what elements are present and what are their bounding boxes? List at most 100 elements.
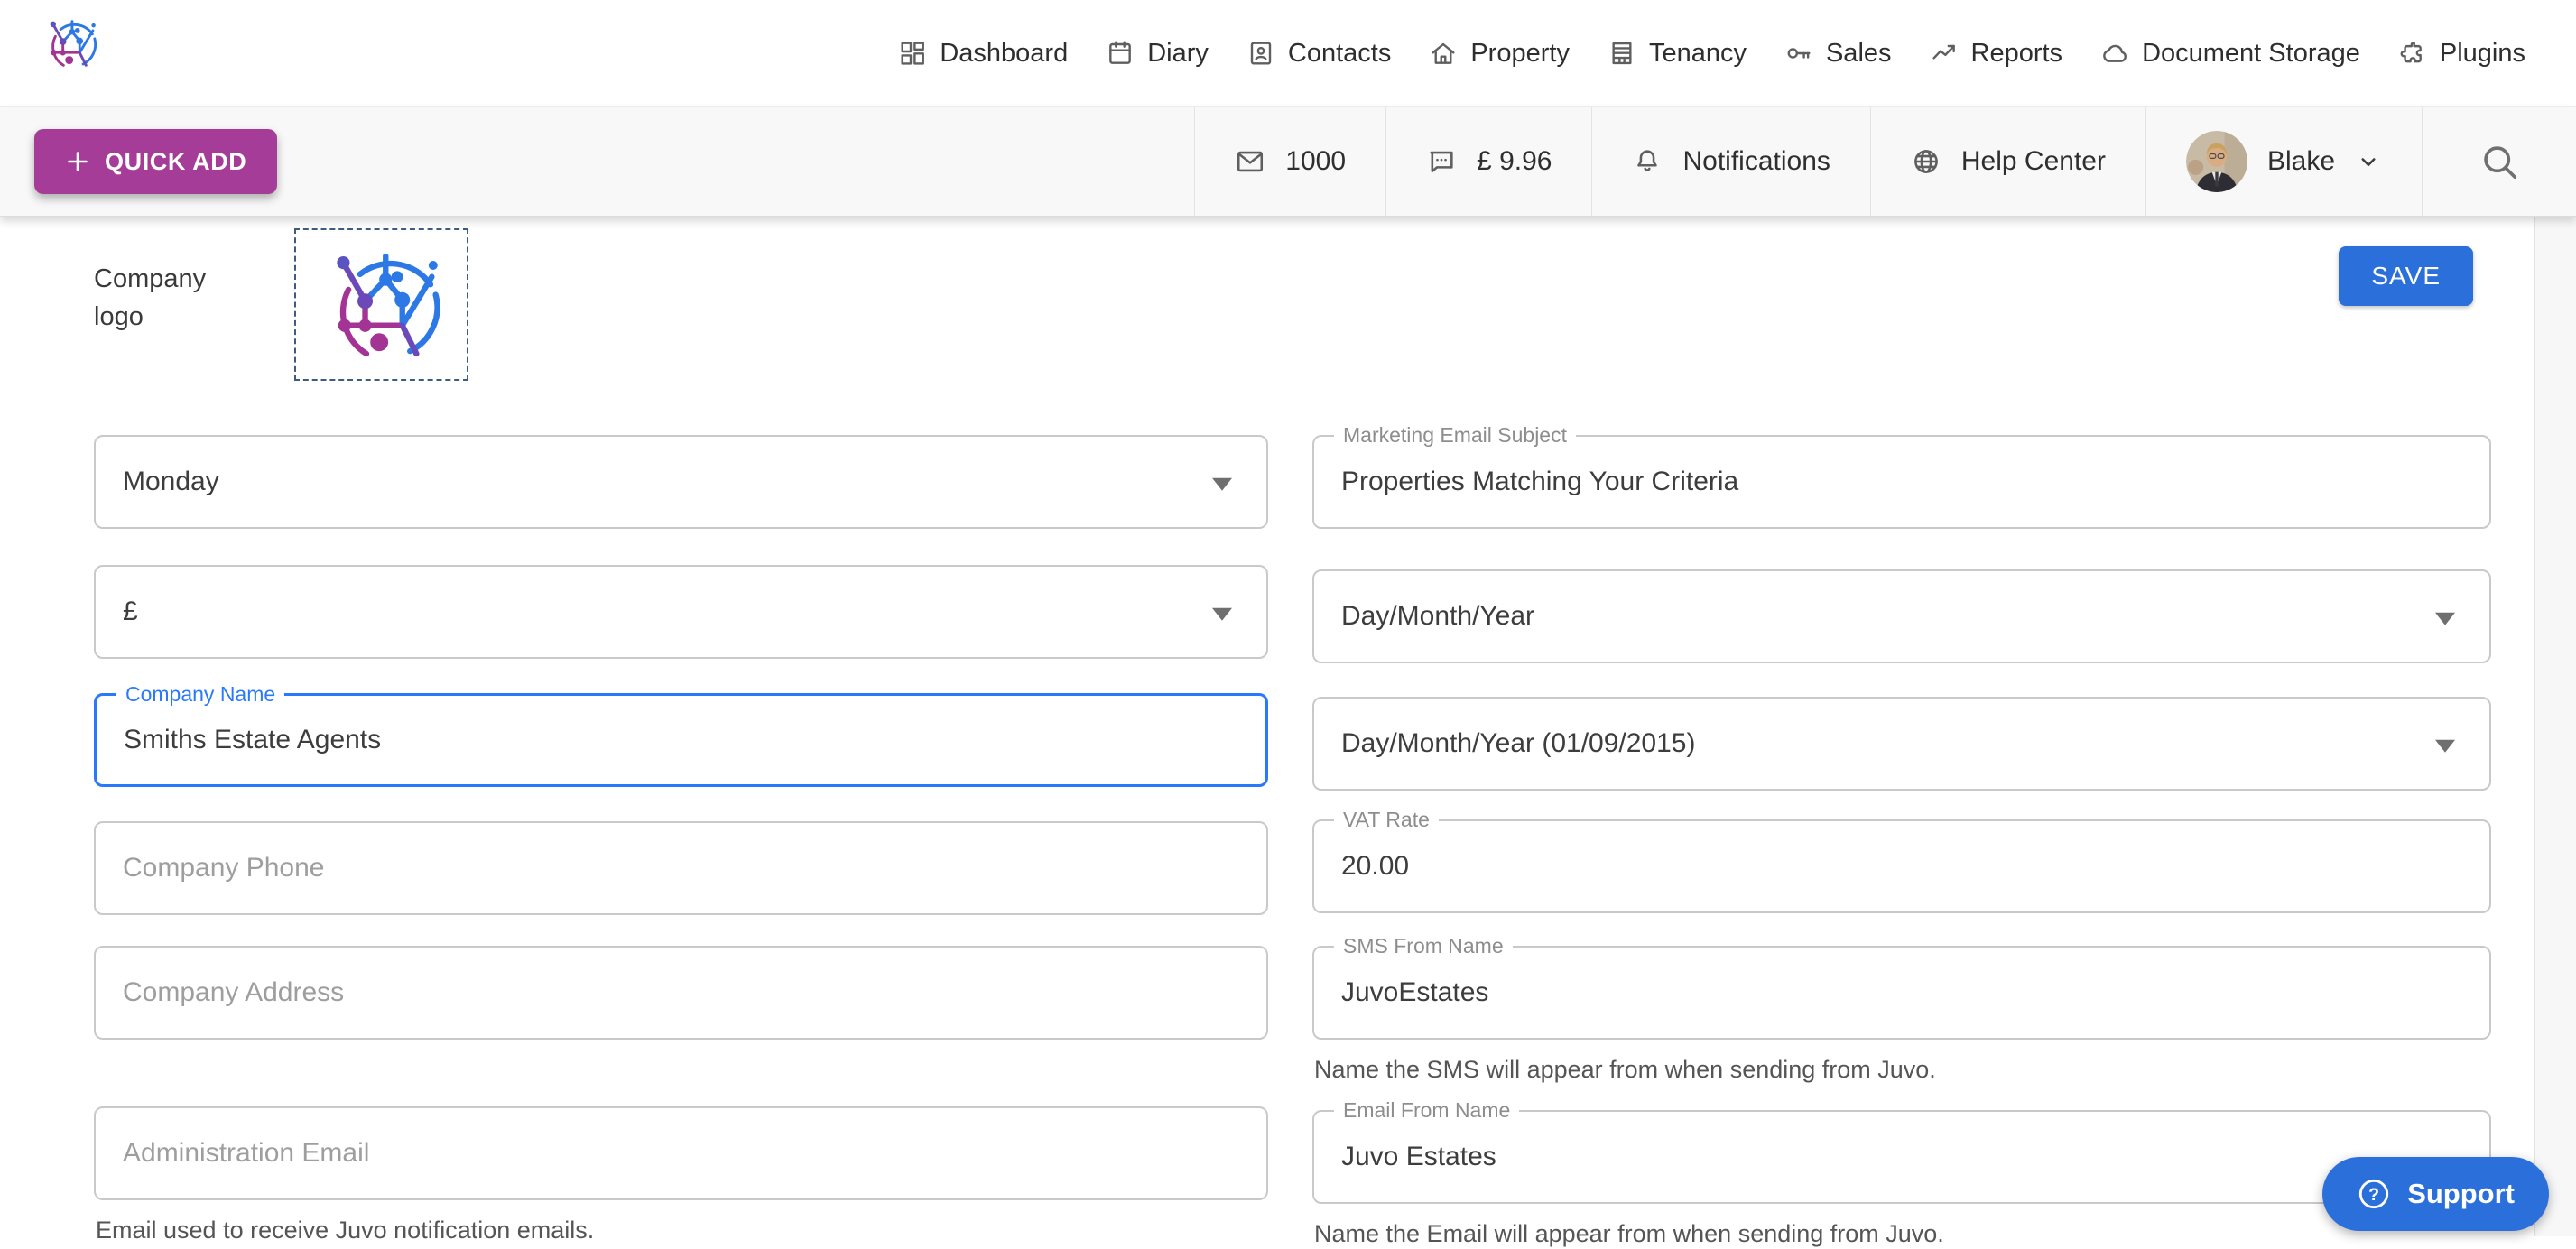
key-icon [1784, 39, 1813, 68]
building-icon [1608, 39, 1636, 68]
secondary-toolbar: QUICK ADD 1000 £ 9.96 Notifications Help… [0, 106, 2576, 217]
chevron-down-icon [2355, 148, 2382, 175]
cloud-icon [2100, 39, 2129, 68]
sms-balance[interactable]: £ 9.96 [1385, 107, 1591, 216]
company-settings-page: Company logo SAVE Monday £ Company Name … [0, 217, 2576, 1236]
nav-item-reports[interactable]: Reports [1930, 39, 2063, 69]
top-navigation-bar: Dashboard Diary Contacts Property Tenanc… [0, 0, 2576, 106]
help-center-button[interactable]: Help Center [1870, 107, 2145, 216]
toolbar-right-cluster: 1000 £ 9.96 Notifications Help Center Bl… [1194, 107, 2576, 216]
nav-item-dashboard[interactable]: Dashboard [898, 39, 1068, 69]
save-button[interactable]: SAVE [2339, 246, 2473, 306]
date-format-value: Day/Month/Year [1341, 601, 1534, 632]
house-icon [1429, 39, 1458, 68]
globe-icon [1911, 146, 1941, 177]
date-format-select[interactable]: Day/Month/Year [1312, 569, 2491, 663]
email-from-name-input[interactable] [1341, 1142, 2462, 1172]
week-start-select[interactable]: Monday [94, 435, 1268, 529]
company-address-input[interactable] [123, 977, 1239, 1008]
user-menu[interactable]: Blake [2145, 107, 2422, 216]
marketing-email-subject-label: Marketing Email Subject [1334, 423, 1576, 448]
calendar-icon [1106, 39, 1135, 68]
support-label: Support [2407, 1178, 2515, 1210]
support-button[interactable]: ? Support [2322, 1157, 2549, 1231]
bell-icon [1632, 146, 1663, 177]
sms-from-name-helper: Name the SMS will appear from when sendi… [1314, 1054, 2491, 1085]
juvo-brand-logo-icon[interactable] [42, 13, 99, 79]
nav-item-tenancy[interactable]: Tenancy [1608, 39, 1747, 69]
question-circle-icon: ? [2357, 1177, 2391, 1211]
quick-add-button[interactable]: QUICK ADD [34, 129, 277, 194]
nav-label: Tenancy [1649, 39, 1747, 69]
administration-email-input[interactable] [123, 1138, 1239, 1169]
nav-item-document-storage[interactable]: Document Storage [2100, 39, 2360, 69]
svg-text:?: ? [2368, 1185, 2379, 1205]
contacts-card-icon [1246, 39, 1275, 68]
week-start-value: Monday [123, 467, 219, 497]
marketing-email-subject-input[interactable] [1341, 467, 2462, 497]
vat-rate-label: VAT Rate [1334, 808, 1439, 832]
company-name-input[interactable] [124, 725, 1238, 755]
nav-item-diary[interactable]: Diary [1106, 39, 1209, 69]
scrollbar[interactable] [2534, 217, 2576, 1236]
envelope-icon [1235, 146, 1265, 177]
nav-item-property[interactable]: Property [1429, 39, 1570, 69]
company-name-field[interactable]: Company Name [94, 693, 1268, 787]
puzzle-icon [2398, 39, 2427, 68]
form-column-left: Monday £ Company Name Email used to rece… [94, 435, 1268, 1245]
nav-item-plugins[interactable]: Plugins [2398, 39, 2525, 69]
currency-select[interactable]: £ [94, 565, 1268, 659]
company-name-label: Company Name [116, 682, 284, 707]
marketing-email-subject-field[interactable]: Marketing Email Subject [1312, 435, 2491, 529]
sms-balance-value: £ 9.96 [1477, 146, 1552, 177]
chat-bubble-icon [1426, 146, 1457, 177]
nav-label: Document Storage [2142, 39, 2360, 69]
company-logo-image [313, 241, 450, 369]
nav-item-sales[interactable]: Sales [1784, 39, 1892, 69]
form-column-right: Marketing Email Subject Day/Month/Year D… [1312, 435, 2491, 1249]
email-from-name-label: Email From Name [1334, 1098, 1519, 1123]
email-balance[interactable]: 1000 [1194, 107, 1385, 216]
email-from-name-helper: Name the Email will appear from when sen… [1314, 1218, 2491, 1249]
notifications-button[interactable]: Notifications [1591, 107, 1869, 216]
company-logo-upload[interactable] [294, 228, 468, 381]
company-phone-field[interactable] [94, 821, 1268, 915]
nav-label: Sales [1826, 39, 1892, 69]
nav-label: Reports [1971, 39, 2063, 69]
date-display-format-value: Day/Month/Year (01/09/2015) [1341, 728, 1695, 759]
administration-email-field[interactable] [94, 1106, 1268, 1200]
email-balance-value: 1000 [1285, 146, 1346, 177]
dashboard-grid-icon [898, 39, 927, 68]
nav-item-contacts[interactable]: Contacts [1246, 39, 1391, 69]
notifications-label: Notifications [1682, 146, 1830, 177]
vat-rate-input[interactable] [1341, 851, 2462, 882]
nav-label: Dashboard [940, 39, 1068, 69]
vat-rate-field[interactable]: VAT Rate [1312, 819, 2491, 913]
administration-email-helper: Email used to receive Juvo notification … [96, 1215, 1268, 1245]
company-phone-input[interactable] [123, 853, 1239, 884]
search-icon [2479, 141, 2520, 182]
chevron-down-icon [2435, 613, 2455, 625]
nav-label: Plugins [2440, 39, 2525, 69]
sms-from-name-input[interactable] [1341, 977, 2462, 1008]
sms-from-name-field[interactable]: SMS From Name [1312, 946, 2491, 1040]
company-logo-label: Company logo [94, 260, 229, 336]
chevron-down-icon [2435, 740, 2455, 753]
main-nav: Dashboard Diary Contacts Property Tenanc… [898, 0, 2525, 106]
quick-add-label: QUICK ADD [105, 148, 246, 176]
date-display-format-select[interactable]: Day/Month/Year (01/09/2015) [1312, 697, 2491, 791]
chevron-down-icon [1212, 608, 1232, 621]
currency-value: £ [123, 597, 138, 627]
nav-label: Contacts [1288, 39, 1391, 69]
nav-label: Property [1470, 39, 1570, 69]
chevron-down-icon [1212, 478, 1232, 491]
company-address-field[interactable] [94, 946, 1268, 1040]
plus-icon [65, 149, 90, 174]
search-button[interactable] [2422, 107, 2576, 216]
trending-up-icon [1930, 39, 1959, 68]
email-from-name-field[interactable]: Email From Name [1312, 1110, 2491, 1204]
avatar [2186, 131, 2247, 192]
nav-label: Diary [1147, 39, 1209, 69]
user-name: Blake [2267, 146, 2335, 177]
sms-from-name-label: SMS From Name [1334, 934, 1513, 958]
